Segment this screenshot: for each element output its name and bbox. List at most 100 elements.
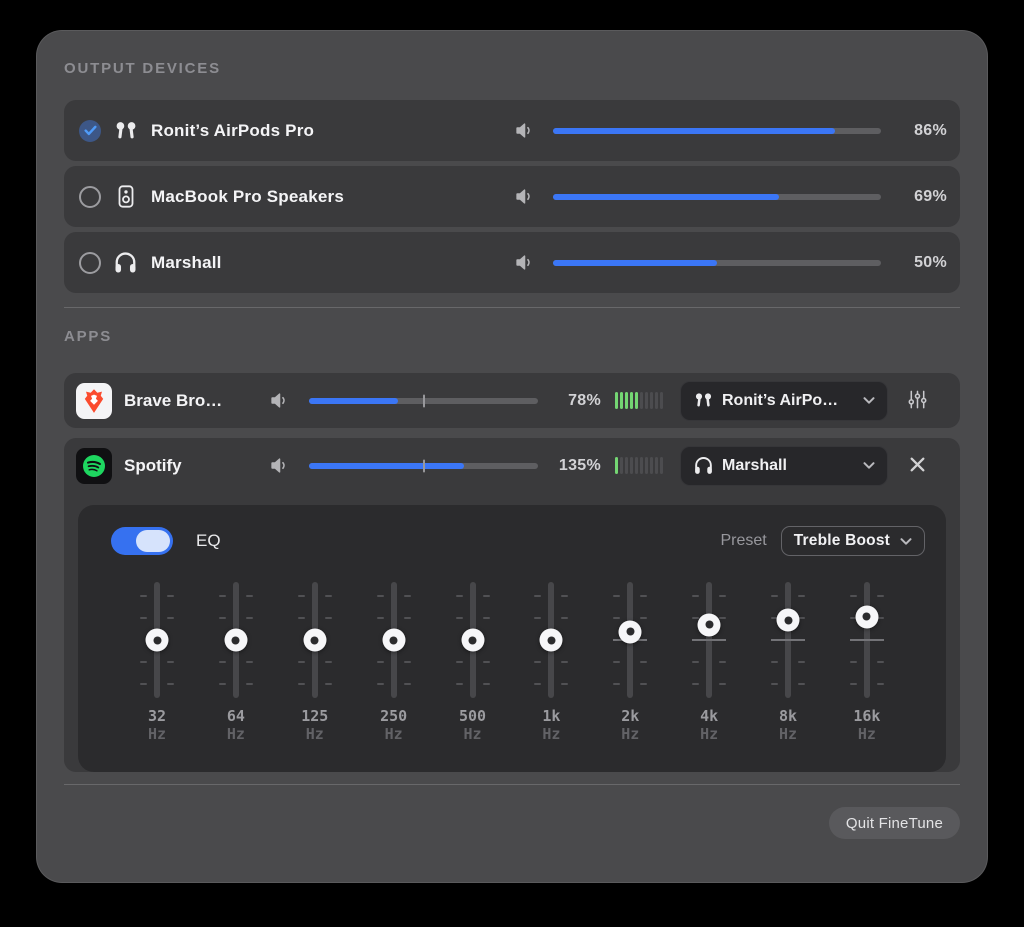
volume-fill xyxy=(309,397,399,404)
eq-knob[interactable] xyxy=(776,608,800,632)
eq-knob[interactable] xyxy=(539,628,563,652)
eq-tick xyxy=(245,661,253,664)
eq-band-slider[interactable] xyxy=(441,582,505,698)
radio-unselected[interactable] xyxy=(79,251,101,274)
eq-tick xyxy=(297,683,305,686)
eq-knob[interactable] xyxy=(382,628,406,652)
app-volume-slider[interactable] xyxy=(309,394,538,407)
eq-tick xyxy=(719,616,727,619)
volume-icon[interactable] xyxy=(513,251,536,274)
meter-bar xyxy=(655,392,658,409)
eq-tick xyxy=(140,683,147,686)
section-divider xyxy=(64,307,960,308)
eq-band-slider[interactable] xyxy=(283,582,347,698)
meter-bar xyxy=(620,457,623,474)
eq-band: 2k Hz xyxy=(598,582,662,743)
eq-tick xyxy=(167,594,174,597)
eq-band-unit: Hz xyxy=(147,725,167,743)
chevron-down-icon xyxy=(900,537,912,545)
output-device-row[interactable]: MacBook Pro Speakers 69% xyxy=(64,166,960,227)
output-device-dropdown[interactable]: Marshall xyxy=(680,445,888,486)
eq-band-freq: 2k xyxy=(621,707,640,725)
eq-knob[interactable] xyxy=(145,628,169,652)
eq-band-unit: Hz xyxy=(542,725,561,743)
volume-fill xyxy=(553,259,717,266)
open-eq-button[interactable] xyxy=(903,385,932,417)
slider-100pct-tick xyxy=(422,459,425,472)
eq-tick xyxy=(167,661,174,664)
output-devices-title: OUTPUT DEVICES xyxy=(64,60,221,77)
radio-unselected[interactable] xyxy=(79,185,101,208)
eq-band-slider[interactable] xyxy=(204,582,268,698)
volume-icon[interactable] xyxy=(513,119,536,142)
eq-knob[interactable] xyxy=(461,628,484,652)
meter-bar xyxy=(645,457,648,474)
eq-tick xyxy=(798,683,805,686)
eq-tick xyxy=(692,594,700,597)
device-volume-slider[interactable] xyxy=(553,259,881,266)
eq-header: EQ Preset Treble Boost xyxy=(78,526,946,556)
eq-band-freq: 16k xyxy=(853,707,881,725)
meter-bar xyxy=(615,457,618,474)
volume-percent: 135% xyxy=(558,456,601,474)
volume-icon[interactable] xyxy=(268,389,291,412)
volume-icon[interactable] xyxy=(513,185,536,208)
output-device-dropdown-label: Marshall xyxy=(722,456,787,474)
volume-fill xyxy=(553,127,836,134)
eq-tick xyxy=(455,683,463,686)
eq-band-slider[interactable] xyxy=(598,582,662,698)
output-device-row[interactable]: Ronit’s AirPods Pro 86% xyxy=(64,100,960,161)
eq-tick xyxy=(245,683,253,686)
quit-finetune-button[interactable]: Quit FineTune xyxy=(828,807,960,839)
eq-center-mark xyxy=(692,639,727,641)
eq-band-slider[interactable] xyxy=(125,582,189,698)
eq-band-slider[interactable] xyxy=(756,582,820,698)
eq-tick xyxy=(482,616,490,619)
eq-tick xyxy=(640,661,648,664)
eq-band: 125 Hz xyxy=(283,582,347,743)
eq-band-slider[interactable] xyxy=(362,582,426,698)
eq-tick xyxy=(218,661,226,664)
meter-bar xyxy=(645,392,648,409)
audio-level-meter xyxy=(615,457,663,474)
eq-tick xyxy=(218,594,226,597)
eq-tick xyxy=(455,616,463,619)
eq-toggle[interactable] xyxy=(111,527,173,555)
eq-tick xyxy=(376,616,384,619)
eq-band-slider[interactable] xyxy=(835,582,899,698)
footer-divider xyxy=(64,784,960,785)
eq-tick xyxy=(403,594,411,597)
close-eq-button[interactable] xyxy=(905,452,930,480)
app-volume-slider[interactable] xyxy=(309,459,538,472)
output-device-dropdown[interactable]: Ronit’s AirPo… xyxy=(680,380,888,421)
eq-knob[interactable] xyxy=(855,605,879,629)
eq-tick xyxy=(613,616,621,619)
eq-tick xyxy=(849,661,857,664)
eq-preset-dropdown[interactable]: Treble Boost xyxy=(780,526,925,556)
eq-band-unit: Hz xyxy=(778,725,798,743)
eq-tick xyxy=(534,616,542,619)
eq-tick xyxy=(771,661,778,664)
eq-band-freq: 32 xyxy=(147,707,167,725)
device-volume-slider[interactable] xyxy=(553,127,881,134)
output-device-row[interactable]: Marshall 50% xyxy=(64,232,960,293)
eq-knob[interactable] xyxy=(224,628,248,652)
meter-bar xyxy=(625,457,628,474)
radio-selected[interactable] xyxy=(79,119,101,142)
eq-knob[interactable] xyxy=(697,613,721,637)
meter-bar xyxy=(640,457,643,474)
chevron-down-icon xyxy=(863,462,875,469)
eq-tick xyxy=(482,594,490,597)
eq-band-slider[interactable] xyxy=(677,582,741,698)
eq-band-freq: 1k xyxy=(542,707,561,725)
eq-band-slider[interactable] xyxy=(519,582,583,698)
device-volume-slider[interactable] xyxy=(553,193,881,200)
eq-knob[interactable] xyxy=(303,628,327,652)
eq-tick xyxy=(218,616,226,619)
eq-tick xyxy=(876,683,884,686)
eq-tick xyxy=(245,616,253,619)
volume-icon[interactable] xyxy=(268,454,291,477)
eq-tick xyxy=(771,683,778,686)
eq-tick xyxy=(403,616,411,619)
eq-knob[interactable] xyxy=(618,620,642,644)
